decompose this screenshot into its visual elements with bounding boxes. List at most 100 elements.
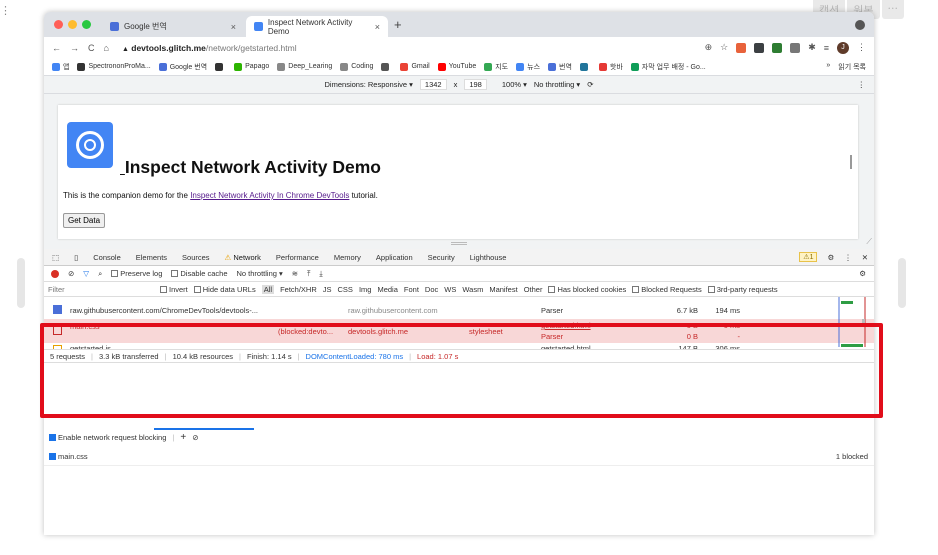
- dimensions-select[interactable]: Dimensions: Responsive ▾: [325, 80, 413, 89]
- reading-list-icon[interactable]: ≡: [824, 43, 829, 53]
- extension-icon[interactable]: [736, 42, 747, 53]
- clear-icon[interactable]: ⊘: [68, 269, 74, 278]
- filter-type-font[interactable]: Font: [404, 285, 419, 294]
- back-icon[interactable]: ←: [52, 43, 61, 53]
- resize-handle[interactable]: [451, 242, 467, 245]
- zoom-icon[interactable]: ⊕: [705, 42, 713, 53]
- settings-gear-icon[interactable]: ⚙: [827, 253, 834, 262]
- enable-blocking-checkbox[interactable]: Enable network request blocking: [49, 433, 166, 442]
- pattern-checkbox[interactable]: main.css: [49, 452, 88, 461]
- url-field[interactable]: ▲ devtools.glitch.me/network/getstarted.…: [122, 43, 297, 53]
- close-window-button[interactable]: [54, 20, 63, 29]
- filter-type-fetch[interactable]: Fetch/XHR: [280, 285, 317, 294]
- tab-application[interactable]: Application: [376, 253, 413, 262]
- bookmark-item[interactable]: 핫바: [598, 62, 623, 72]
- extension-icon[interactable]: [754, 42, 765, 53]
- bookmark-item[interactable]: Coding: [340, 62, 373, 71]
- tutorial-link[interactable]: Inspect Network Activity In Chrome DevTo…: [190, 191, 349, 200]
- next-arrow-button[interactable]: [898, 258, 906, 308]
- tab-search-icon[interactable]: [855, 20, 865, 30]
- tab-inspect-network[interactable]: Inspect Network Activity Demo ×: [246, 16, 388, 37]
- tab-network[interactable]: ⚠ Network: [225, 253, 261, 262]
- device-menu-kebab-icon[interactable]: ⋮: [858, 80, 866, 89]
- zoom-select[interactable]: 100% ▾: [502, 80, 527, 89]
- tab-security[interactable]: Security: [428, 253, 455, 262]
- tab-elements[interactable]: Elements: [136, 253, 167, 262]
- preserve-log-checkbox[interactable]: Preserve log: [111, 269, 162, 278]
- extension-icon[interactable]: [790, 42, 801, 53]
- reading-list-button[interactable]: 읽기 목록: [838, 62, 866, 72]
- filter-type-doc[interactable]: Doc: [425, 285, 438, 294]
- throttling-select[interactable]: No throttling ▾: [237, 269, 283, 278]
- filter-type-all[interactable]: All: [261, 284, 275, 294]
- table-row[interactable]: raw.githubusercontent.com/ChromeDevTools…: [44, 303, 874, 317]
- export-har-icon[interactable]: ⤓: [319, 269, 322, 279]
- maximize-window-button[interactable]: [82, 20, 91, 29]
- filter-type-js[interactable]: JS: [323, 285, 332, 294]
- blocked-cookies-checkbox[interactable]: Has blocked cookies: [548, 285, 626, 294]
- bookmark-item[interactable]: YouTube: [437, 62, 476, 71]
- add-pattern-button[interactable]: +: [180, 432, 186, 443]
- record-icon[interactable]: [51, 269, 59, 278]
- devtools-menu-icon[interactable]: ⋮: [844, 253, 852, 262]
- close-tab-icon[interactable]: ×: [375, 22, 380, 32]
- reload-icon[interactable]: C: [88, 43, 95, 53]
- minimize-window-button[interactable]: [68, 20, 77, 29]
- bookmark-item[interactable]: SpectrononProMa...: [77, 62, 151, 71]
- bookmark-item[interactable]: Deep_Learing: [277, 62, 332, 71]
- extension-icon[interactable]: [772, 42, 783, 53]
- tab-lighthouse[interactable]: Lighthouse: [470, 253, 507, 262]
- third-party-checkbox[interactable]: 3rd-party requests: [707, 285, 778, 294]
- bookmark-item[interactable]: 앱: [52, 62, 69, 72]
- scrollbar-thumb[interactable]: [862, 319, 865, 327]
- forward-icon[interactable]: →: [70, 43, 79, 53]
- disable-cache-checkbox[interactable]: Disable cache: [171, 269, 228, 278]
- invert-checkbox[interactable]: Invert: [160, 285, 188, 294]
- bookmark-item[interactable]: 자막 업무 배정 - Go...: [630, 62, 706, 72]
- width-input[interactable]: 1342: [419, 79, 447, 90]
- bookmark-item[interactable]: [215, 62, 226, 71]
- rotate-icon[interactable]: ⟳: [587, 80, 593, 89]
- network-settings-gear-icon[interactable]: ⚙: [859, 269, 866, 278]
- extensions-puzzle-icon[interactable]: ✱: [808, 42, 816, 53]
- home-icon[interactable]: ⌂: [104, 43, 109, 53]
- menu-kebab-icon[interactable]: ⋮: [857, 42, 866, 53]
- resize-corner-icon[interactable]: ⟋: [866, 237, 872, 247]
- tab-sources[interactable]: Sources: [182, 253, 210, 262]
- filter-type-ws[interactable]: WS: [444, 285, 456, 294]
- blocked-requests-checkbox[interactable]: Blocked Requests: [632, 285, 702, 294]
- tab-google-translate[interactable]: Google 번역 ×: [102, 16, 244, 37]
- network-conditions-icon[interactable]: ≋: [292, 269, 298, 278]
- search-icon[interactable]: ⌕: [98, 269, 102, 279]
- close-tab-icon[interactable]: ×: [231, 22, 236, 32]
- hide-data-urls-checkbox[interactable]: Hide data URLs: [193, 285, 256, 294]
- import-har-icon[interactable]: ⤒: [307, 269, 310, 279]
- bookmark-item[interactable]: 뉴스: [516, 62, 540, 72]
- more-vertical-icon[interactable]: ⋮: [0, 4, 11, 17]
- tab-console[interactable]: Console: [93, 253, 121, 262]
- throttle-select[interactable]: No throttling ▾: [534, 80, 580, 89]
- bookmark-item[interactable]: [381, 62, 392, 71]
- bookmark-item[interactable]: 지도: [484, 62, 508, 72]
- scroll-indicator[interactable]: [850, 155, 852, 169]
- bookmark-item[interactable]: [579, 62, 591, 71]
- filter-type-media[interactable]: Media: [377, 285, 397, 294]
- bookmark-item[interactable]: Papago: [234, 62, 269, 71]
- filter-type-img[interactable]: Img: [359, 285, 372, 294]
- filter-input[interactable]: Filter: [48, 285, 154, 294]
- profile-avatar[interactable]: J: [837, 41, 849, 54]
- device-toggle-icon[interactable]: ▯: [74, 253, 78, 262]
- bookmark-item[interactable]: Google 번역: [158, 62, 207, 72]
- height-input[interactable]: 198: [464, 79, 487, 90]
- tab-memory[interactable]: Memory: [334, 253, 361, 262]
- table-row-blocked[interactable]: main.css (blocked:devto... devtools.glit…: [44, 319, 874, 343]
- new-tab-button[interactable]: +: [394, 17, 402, 32]
- filter-type-wasm[interactable]: Wasm: [462, 285, 483, 294]
- bookmarks-more-button[interactable]: »: [826, 62, 830, 72]
- bookmark-star-icon[interactable]: ☆: [720, 42, 728, 53]
- filter-type-other[interactable]: Other: [524, 285, 543, 294]
- clear-patterns-icon[interactable]: ⊘: [192, 433, 198, 442]
- get-data-button[interactable]: Get Data: [63, 213, 106, 228]
- initiator-link[interactable]: getstarted.html: [541, 321, 591, 330]
- filter-type-manifest[interactable]: Manifest: [489, 285, 517, 294]
